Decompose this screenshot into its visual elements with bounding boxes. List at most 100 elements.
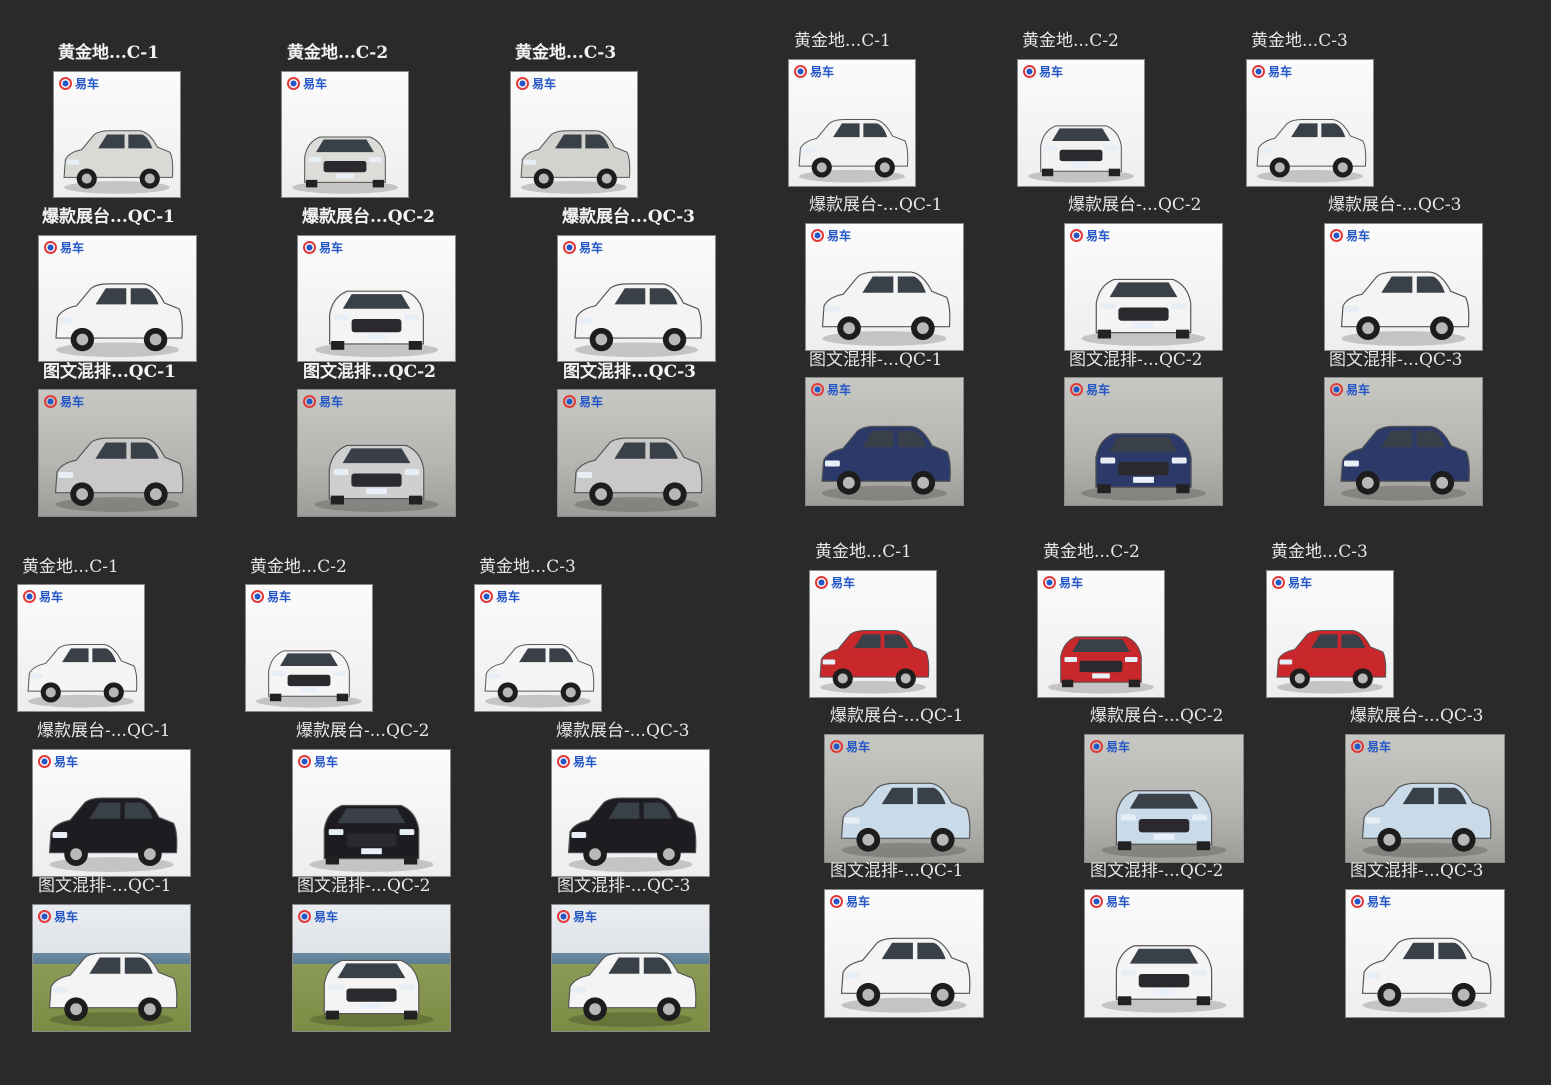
car-thumbnail-showcase-2[interactable]: 易车 bbox=[1084, 734, 1244, 863]
car-thumbnail-golden-2[interactable]: 易车 bbox=[1017, 59, 1145, 187]
car-thumbnail-golden-1[interactable]: 易车 bbox=[17, 584, 145, 712]
yiche-logo-text: 易车 bbox=[827, 383, 852, 397]
thumbnail-caption: 爆款展台-...QC-2 bbox=[1068, 195, 1202, 215]
yiche-logo-icon bbox=[516, 77, 529, 90]
yiche-logo: 易车 bbox=[1090, 893, 1130, 910]
yiche-logo: 易车 bbox=[830, 893, 870, 910]
yiche-logo-text: 易车 bbox=[1039, 65, 1064, 79]
yiche-logo-icon bbox=[1330, 229, 1343, 242]
yiche-logo-icon bbox=[1272, 576, 1285, 589]
car-thumbnail-mixed-1[interactable]: 易车 bbox=[824, 889, 984, 1018]
yiche-logo-icon bbox=[811, 383, 824, 396]
yiche-logo-text: 易车 bbox=[319, 241, 344, 255]
car-thumbnail-showcase-2[interactable]: 易车 bbox=[1064, 223, 1223, 351]
car-thumbnail-showcase-3[interactable]: 易车 bbox=[1345, 734, 1505, 863]
car-illustration bbox=[1048, 636, 1154, 694]
yiche-logo: 易车 bbox=[1330, 227, 1370, 244]
car-thumbnail-golden-3[interactable]: 易车 bbox=[1266, 570, 1394, 698]
car-thumbnail-golden-2[interactable]: 易车 bbox=[281, 71, 409, 198]
car-thumbnail-golden-3[interactable]: 易车 bbox=[1246, 59, 1374, 187]
yiche-logo-text: 易车 bbox=[831, 576, 856, 590]
yiche-logo-icon bbox=[1252, 65, 1265, 78]
thumbnail-caption: 图文混排...QC-2 bbox=[303, 362, 436, 382]
yiche-logo-icon bbox=[563, 395, 576, 408]
yiche-logo-icon bbox=[557, 910, 570, 923]
yiche-logo: 易车 bbox=[298, 908, 338, 925]
yiche-logo-icon bbox=[44, 241, 57, 254]
car-illustration bbox=[567, 797, 697, 872]
yiche-logo-icon bbox=[1351, 895, 1364, 908]
car-illustration bbox=[63, 129, 174, 194]
thumbnail-caption: 黄金地...C-2 bbox=[287, 43, 389, 63]
thumbnail-caption: 图文混排-...QC-3 bbox=[557, 876, 691, 896]
car-thumbnail-showcase-2[interactable]: 易车 bbox=[292, 749, 451, 877]
yiche-logo-text: 易车 bbox=[579, 395, 604, 409]
car-thumbnail-mixed-1[interactable]: 易车 bbox=[32, 904, 191, 1032]
yiche-logo-icon bbox=[1043, 576, 1056, 589]
yiche-logo-text: 易车 bbox=[846, 895, 871, 909]
car-thumbnail-showcase-1[interactable]: 易车 bbox=[32, 749, 191, 877]
car-thumbnail-golden-2[interactable]: 易车 bbox=[1037, 570, 1165, 698]
car-thumbnail-golden-1[interactable]: 易车 bbox=[809, 570, 937, 698]
car-thumbnail-golden-3[interactable]: 易车 bbox=[510, 71, 638, 198]
thumbnail-caption: 黄金地...C-2 bbox=[1043, 542, 1140, 562]
yiche-logo-icon bbox=[38, 755, 51, 768]
car-thumbnail-showcase-2[interactable]: 易车 bbox=[297, 235, 456, 362]
yiche-logo-text: 易车 bbox=[54, 910, 79, 924]
yiche-logo-text: 易车 bbox=[303, 77, 328, 91]
car-thumbnail-showcase-3[interactable]: 易车 bbox=[557, 235, 716, 362]
car-thumbnail-showcase-3[interactable]: 易车 bbox=[551, 749, 710, 877]
thumbnail-caption: 图文混排-...QC-1 bbox=[830, 861, 964, 881]
car-thumbnail-showcase-1[interactable]: 易车 bbox=[824, 734, 984, 863]
yiche-logo: 易车 bbox=[44, 393, 84, 410]
car-illustration bbox=[573, 437, 703, 512]
car-thumbnail-golden-3[interactable]: 易车 bbox=[474, 584, 602, 712]
car-thumbnail-golden-2[interactable]: 易车 bbox=[245, 584, 373, 712]
yiche-logo-icon bbox=[830, 895, 843, 908]
car-thumbnail-mixed-2[interactable]: 易车 bbox=[1064, 377, 1223, 506]
yiche-logo-text: 易车 bbox=[60, 241, 85, 255]
car-illustration bbox=[55, 282, 183, 357]
yiche-logo: 易车 bbox=[38, 908, 78, 925]
car-thumbnail-mixed-1[interactable]: 易车 bbox=[38, 389, 197, 517]
yiche-logo: 易车 bbox=[480, 588, 520, 605]
thumbnail-caption: 爆款展台-...QC-3 bbox=[1328, 195, 1462, 215]
thumbnail-caption: 图文混排...QC-1 bbox=[43, 362, 176, 382]
car-thumbnail-mixed-2[interactable]: 易车 bbox=[1084, 889, 1244, 1018]
thumbnail-caption: 图文混排-...QC-1 bbox=[809, 350, 943, 370]
car-thumbnail-mixed-3[interactable]: 易车 bbox=[551, 904, 710, 1032]
car-thumbnail-mixed-2[interactable]: 易车 bbox=[297, 389, 456, 517]
car-thumbnail-showcase-1[interactable]: 易车 bbox=[38, 235, 197, 362]
yiche-logo-icon bbox=[480, 590, 493, 603]
car-thumbnail-mixed-3[interactable]: 易车 bbox=[1345, 889, 1505, 1018]
thumbnail-caption: 爆款展台...QC-1 bbox=[42, 207, 175, 227]
car-thumbnail-showcase-3[interactable]: 易车 bbox=[1324, 223, 1483, 351]
yiche-logo: 易车 bbox=[1351, 738, 1391, 755]
thumbnail-caption: 黄金地...C-3 bbox=[479, 557, 576, 577]
yiche-logo: 易车 bbox=[1330, 381, 1370, 398]
thumbnail-caption: 图文混排-...QC-3 bbox=[1350, 861, 1484, 881]
yiche-logo: 易车 bbox=[557, 908, 597, 925]
yiche-logo-text: 易车 bbox=[314, 910, 339, 924]
yiche-logo-text: 易车 bbox=[319, 395, 344, 409]
yiche-logo: 易车 bbox=[44, 239, 84, 256]
yiche-logo: 易车 bbox=[1351, 893, 1391, 910]
car-thumbnail-golden-1[interactable]: 易车 bbox=[53, 71, 181, 198]
car-thumbnail-mixed-3[interactable]: 易车 bbox=[557, 389, 716, 517]
car-thumbnail-mixed-1[interactable]: 易车 bbox=[805, 377, 964, 506]
car-thumbnail-mixed-3[interactable]: 易车 bbox=[1324, 377, 1483, 506]
yiche-logo: 易车 bbox=[1252, 63, 1292, 80]
thumbnail-caption: 爆款展台-...QC-1 bbox=[809, 195, 943, 215]
car-thumbnail-mixed-2[interactable]: 易车 bbox=[292, 904, 451, 1032]
car-thumbnail-golden-1[interactable]: 易车 bbox=[788, 59, 916, 187]
yiche-logo-icon bbox=[303, 241, 316, 254]
car-illustration bbox=[821, 425, 951, 501]
yiche-logo: 易车 bbox=[830, 738, 870, 755]
car-thumbnail-showcase-1[interactable]: 易车 bbox=[805, 223, 964, 351]
yiche-logo-text: 易车 bbox=[1106, 740, 1131, 754]
yiche-logo: 易车 bbox=[1070, 227, 1110, 244]
yiche-logo-text: 易车 bbox=[1346, 229, 1371, 243]
yiche-logo: 易车 bbox=[1272, 574, 1312, 591]
yiche-logo-icon bbox=[303, 395, 316, 408]
thumbnail-caption: 黄金地...C-3 bbox=[1251, 31, 1348, 51]
